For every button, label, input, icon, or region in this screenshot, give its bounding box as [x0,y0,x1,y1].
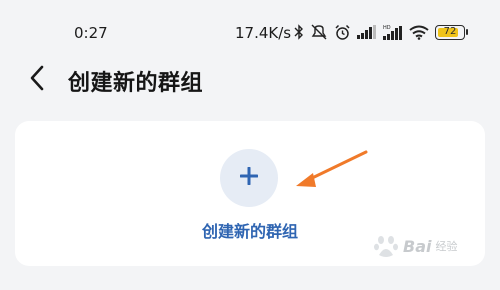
mute-icon [310,24,328,40]
svg-text:HD: HD [383,25,391,31]
page-title: 创建新的群组 [68,71,204,96]
watermark-sub: 经验 [435,240,458,253]
signal-icon [357,25,377,39]
create-group-button[interactable] [220,149,278,207]
battery-icon: 72 [435,24,468,40]
status-icons: HD 72 [294,22,468,42]
status-bar: 0:27 17.4K/s HD 72 [0,0,500,56]
watermark-brand: Bai [403,236,432,256]
status-time: 0:27 [74,24,108,42]
annotation-arrow [296,150,368,187]
chevron-left-icon[interactable] [24,61,50,95]
header: 创建新的群组 [0,56,500,102]
baidu-watermark: Bai 经验 [373,233,457,259]
wifi-icon [409,25,429,40]
signal-hd-icon: HD [383,24,403,40]
plus-icon [239,166,259,189]
bluetooth-icon [294,24,304,40]
alarm-icon [334,24,351,41]
battery-level: 72 [443,25,457,37]
baidu-paw-logo [374,236,398,257]
network-speed: 17.4K/s [235,24,292,42]
